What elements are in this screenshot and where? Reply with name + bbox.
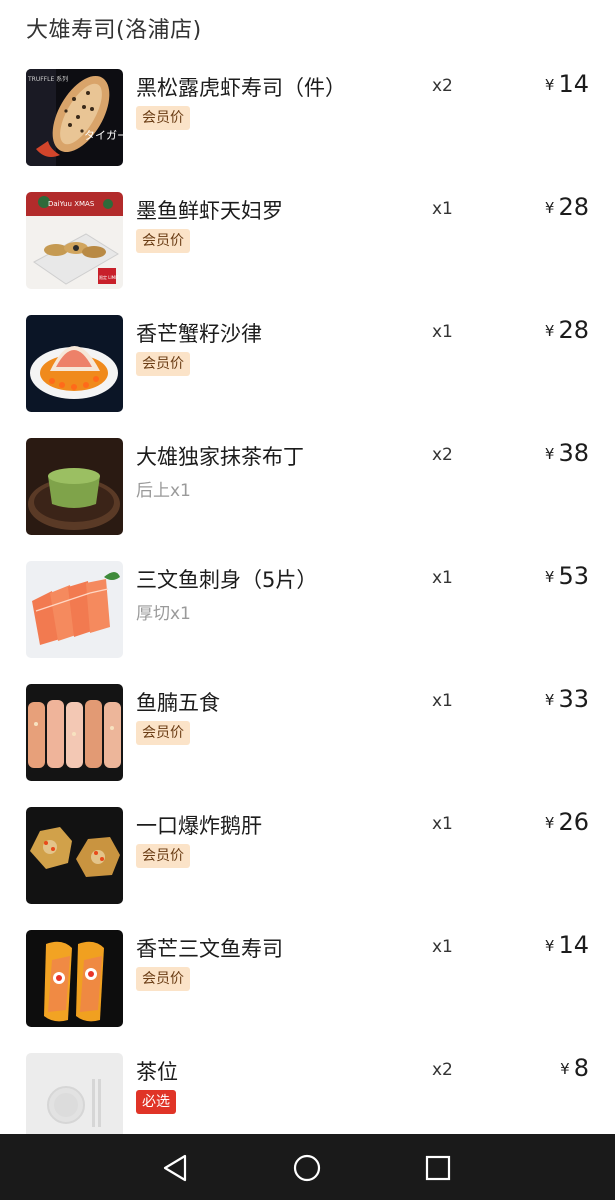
svg-text:DaiYuu XMAS: DaiYuu XMAS	[48, 200, 95, 208]
foie-gras-bites-image	[26, 807, 123, 904]
member-price-tag: 会员价	[136, 106, 190, 130]
price-value: 28	[558, 316, 589, 344]
item-name: 三文鱼刺身（5片）	[136, 568, 318, 592]
matcha-pudding-image	[26, 438, 123, 535]
item-quantity: x1	[432, 568, 453, 588]
item-name: 鱼腩五食	[136, 691, 220, 715]
order-item[interactable]: 大雄独家抹茶布丁 后上x1 x2 ¥38	[0, 431, 615, 541]
squid-shrimp-tempura-image: DaiYuu XMAS 限定 LIMIT	[26, 192, 123, 289]
order-item[interactable]: 香芒蟹籽沙律 会员价 x1 ¥28	[0, 308, 615, 418]
item-price: ¥33	[545, 685, 589, 713]
item-price: ¥26	[545, 808, 589, 836]
item-price: ¥14	[545, 70, 589, 98]
item-name: 黑松露虎虾寿司（件）	[136, 76, 346, 100]
item-remark: 后上x1	[136, 481, 191, 501]
item-name: 一口爆炸鹅肝	[136, 814, 262, 838]
item-name: 香芒三文鱼寿司	[136, 937, 283, 961]
svg-text:限定 LIMIT: 限定 LIMIT	[99, 274, 119, 280]
currency-symbol: ¥	[544, 199, 555, 217]
member-price-tag: 会员价	[136, 721, 190, 745]
order-item[interactable]: 香芒三文鱼寿司 会员价 x1 ¥14	[0, 923, 615, 1033]
item-name: 香芒蟹籽沙律	[136, 322, 262, 346]
item-price: ¥14	[545, 931, 589, 959]
home-circle-icon[interactable]	[290, 1151, 324, 1185]
item-price: ¥8	[560, 1054, 589, 1082]
fish-belly-five-sushi-image	[26, 684, 123, 781]
order-item[interactable]: DaiYuu XMAS 限定 LIMIT 墨鱼鲜虾天妇罗 会员价 x1 ¥28	[0, 185, 615, 295]
required-tag: 必选	[136, 1090, 176, 1114]
currency-symbol: ¥	[544, 814, 555, 832]
item-quantity: x1	[432, 937, 453, 957]
svg-text:TRUFFLE 系列: TRUFFLE 系列	[27, 75, 68, 83]
item-quantity: x2	[432, 76, 453, 96]
price-value: 28	[558, 193, 589, 221]
item-price: ¥28	[545, 193, 589, 221]
item-quantity: x2	[432, 445, 453, 465]
truffle-tiger-prawn-sushi-image: タイガー TRUFFLE 系列	[26, 69, 123, 166]
item-name: 墨鱼鲜虾天妇罗	[136, 199, 283, 223]
order-item[interactable]: 三文鱼刺身（5片） 厚切x1 x1 ¥53	[0, 554, 615, 664]
price-value: 14	[558, 931, 589, 959]
price-value: 26	[558, 808, 589, 836]
currency-symbol: ¥	[560, 1060, 570, 1078]
item-name: 茶位	[136, 1060, 178, 1084]
mango-salmon-sushi-image	[26, 930, 123, 1027]
member-price-tag: 会员价	[136, 229, 190, 253]
item-quantity: x1	[432, 199, 453, 219]
item-price: ¥38	[545, 439, 589, 467]
item-price: ¥28	[545, 316, 589, 344]
back-triangle-icon[interactable]	[159, 1151, 193, 1185]
svg-text:タイガー: タイガー	[84, 129, 123, 142]
currency-symbol: ¥	[544, 937, 555, 955]
member-price-tag: 会员价	[136, 352, 190, 376]
system-navigation-bar	[0, 1134, 615, 1200]
item-name: 大雄独家抹茶布丁	[136, 445, 304, 469]
price-value: 38	[558, 439, 589, 467]
item-price: ¥53	[545, 562, 589, 590]
item-quantity: x1	[432, 691, 453, 711]
currency-symbol: ¥	[544, 691, 555, 709]
currency-symbol: ¥	[544, 445, 555, 463]
currency-symbol: ¥	[544, 568, 555, 586]
price-value: 8	[573, 1054, 589, 1082]
item-quantity: x1	[432, 322, 453, 342]
salmon-sashimi-image	[26, 561, 123, 658]
member-price-tag: 会员价	[136, 967, 190, 991]
price-value: 14	[558, 70, 589, 98]
order-item[interactable]: タイガー TRUFFLE 系列 黑松露虎虾寿司（件） 会员价 x2 ¥14	[0, 62, 615, 172]
currency-symbol: ¥	[544, 322, 555, 340]
mango-crab-roe-salad-image	[26, 315, 123, 412]
item-quantity: x1	[432, 814, 453, 834]
store-title: 大雄寿司(洛浦店)	[26, 18, 202, 43]
item-quantity: x2	[432, 1060, 453, 1080]
currency-symbol: ¥	[544, 76, 555, 94]
recents-square-icon[interactable]	[421, 1151, 455, 1185]
member-price-tag: 会员价	[136, 844, 190, 868]
price-value: 53	[558, 562, 589, 590]
item-remark: 厚切x1	[136, 604, 191, 624]
price-value: 33	[558, 685, 589, 713]
order-item[interactable]: 一口爆炸鹅肝 会员价 x1 ¥26	[0, 800, 615, 910]
order-item[interactable]: 鱼腩五食 会员价 x1 ¥33	[0, 677, 615, 787]
